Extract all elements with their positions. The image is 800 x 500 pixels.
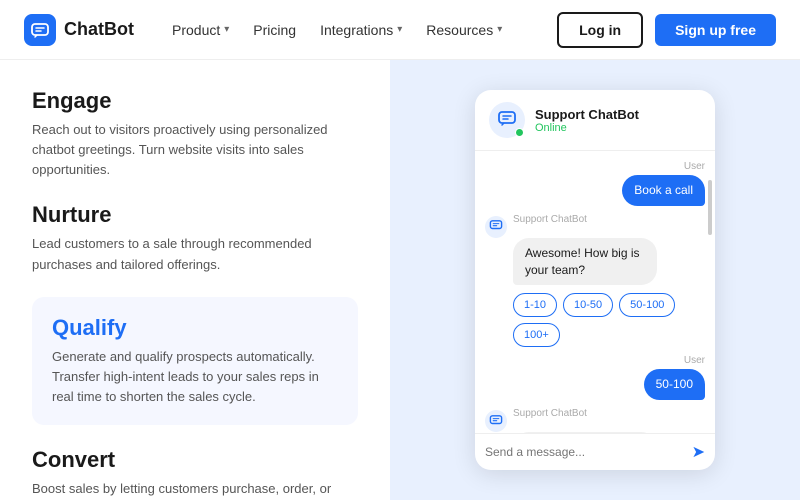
bot-avatar-small-2	[485, 410, 507, 432]
engage-desc: Reach out to visitors proactively using …	[32, 120, 358, 180]
bot-row-1: Support ChatBot	[485, 214, 705, 238]
nav-links: Product ▾ Pricing Integrations ▾ Resourc…	[162, 16, 512, 44]
signup-button[interactable]: Sign up free	[655, 14, 776, 46]
qualify-desc: Generate and qualify prospects automatic…	[52, 347, 338, 407]
message-row-1: User Book a call	[485, 161, 705, 206]
options-row: 1-10 10-50 50-100 100+	[513, 293, 705, 347]
left-panel: Engage Reach out to visitors proactively…	[0, 60, 390, 500]
product-chevron-icon: ▾	[224, 24, 229, 35]
bot-name-label-1: Support ChatBot	[513, 214, 587, 225]
bot-name-label-2: Support ChatBot	[513, 408, 587, 419]
nurture-desc: Lead customers to a sale through recomme…	[32, 234, 358, 274]
nav-resources[interactable]: Resources ▾	[416, 16, 512, 44]
login-button[interactable]: Log in	[557, 12, 643, 48]
chat-input-row: ➤	[475, 433, 715, 470]
qualify-card: Qualify Generate and qualify prospects a…	[32, 297, 358, 425]
feature-convert: Convert Boost sales by letting customers…	[32, 447, 358, 500]
option-10-50[interactable]: 10-50	[563, 293, 613, 317]
bot-small-icon-2	[489, 413, 503, 430]
nav-resources-label: Resources	[426, 22, 493, 38]
qualify-title: Qualify	[52, 315, 338, 341]
chat-messages: User Book a call	[475, 151, 715, 433]
option-50-100[interactable]: 50-100	[619, 293, 675, 317]
chat-window: Support ChatBot Online User Book a call	[475, 90, 715, 470]
scrollbar[interactable]	[708, 180, 712, 235]
right-panel: Support ChatBot Online User Book a call	[390, 60, 800, 500]
nurture-title: Nurture	[32, 202, 358, 228]
integrations-chevron-icon: ▾	[397, 24, 402, 35]
user-label-1: User	[485, 161, 705, 172]
bot-avatar	[489, 102, 525, 138]
logo[interactable]: ChatBot	[24, 14, 134, 46]
bot-msg-1-wrap: Awesome! How big is your team?	[513, 238, 705, 286]
message-row-2: Support ChatBot Awesome! How big is your…	[485, 214, 705, 286]
bot-avatar-small-1	[485, 216, 507, 238]
main-content: Engage Reach out to visitors proactively…	[0, 60, 800, 500]
nav-right: Log in Sign up free	[557, 12, 776, 48]
chat-input[interactable]	[485, 445, 686, 459]
logo-text: ChatBot	[64, 19, 134, 40]
nav-pricing-label: Pricing	[253, 22, 296, 38]
nav-integrations[interactable]: Integrations ▾	[310, 16, 412, 44]
convert-desc: Boost sales by letting customers purchas…	[32, 479, 358, 500]
nav-integrations-label: Integrations	[320, 22, 393, 38]
message-row-3: User 50-100	[485, 355, 705, 400]
online-dot	[515, 128, 524, 137]
nav-product[interactable]: Product ▾	[162, 16, 239, 44]
chat-header: Support ChatBot Online	[475, 90, 715, 151]
chatbot-logo-icon	[24, 14, 56, 46]
nav-left: ChatBot Product ▾ Pricing Integrations ▾…	[24, 14, 512, 46]
bot-name: Support ChatBot	[535, 107, 639, 122]
feature-engage: Engage Reach out to visitors proactively…	[32, 88, 358, 180]
bot-status: Online	[535, 122, 639, 134]
user-msg-1: Book a call	[622, 175, 705, 206]
bot-small-icon-1	[489, 218, 503, 235]
feature-nurture: Nurture Lead customers to a sale through…	[32, 202, 358, 274]
user-label-2: User	[485, 355, 705, 366]
option-100plus[interactable]: 100+	[513, 323, 560, 347]
convert-title: Convert	[32, 447, 358, 473]
bot-msg-1: Awesome! How big is your team?	[513, 238, 657, 286]
send-button[interactable]: ➤	[692, 442, 705, 462]
bot-avatar-icon	[497, 108, 517, 133]
engage-title: Engage	[32, 88, 358, 114]
option-1-10[interactable]: 1-10	[513, 293, 557, 317]
navbar: ChatBot Product ▾ Pricing Integrations ▾…	[0, 0, 800, 60]
bot-info: Support ChatBot Online	[535, 107, 639, 134]
resources-chevron-icon: ▾	[497, 24, 502, 35]
user-msg-2: 50-100	[644, 369, 705, 400]
bot-row-2: Support ChatBot	[485, 408, 705, 432]
nav-product-label: Product	[172, 22, 220, 38]
message-row-4: Support ChatBot We have a lot of experie…	[485, 408, 705, 433]
nav-pricing[interactable]: Pricing	[243, 16, 306, 44]
